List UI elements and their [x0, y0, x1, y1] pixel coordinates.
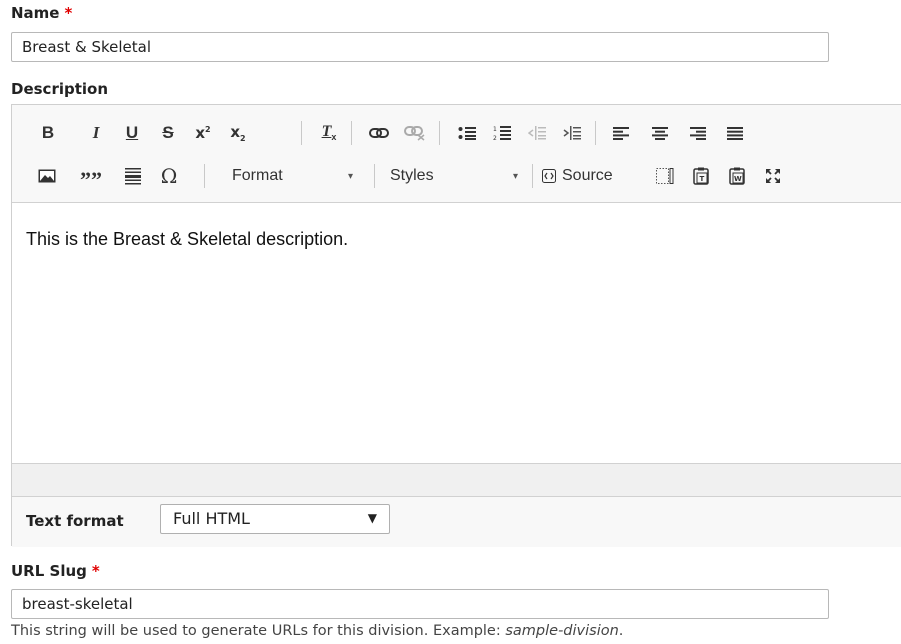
toolbar-separator — [595, 121, 596, 145]
text-format-selected: Full HTML — [173, 509, 250, 528]
underline-icon[interactable]: U — [120, 115, 144, 151]
editor-toolbar: B I U S x2 x2 Tx 1 2 ” ” Ω Format ▾ Styl… — [12, 105, 901, 203]
image-icon[interactable] — [34, 158, 60, 194]
url-slug-label-text: URL Slug — [11, 562, 87, 580]
align-right-icon[interactable] — [686, 115, 710, 151]
remove-format-icon[interactable]: Tx — [316, 115, 342, 151]
indent-icon[interactable] — [560, 115, 584, 151]
svg-text:1: 1 — [493, 126, 497, 133]
bulleted-list-icon[interactable] — [455, 115, 479, 151]
toolbar-row-1: B I U S x2 x2 Tx 1 2 — [12, 115, 901, 151]
unlink-icon[interactable] — [402, 115, 428, 151]
toolbar-row-2: ”” Ω Format ▾ Styles ▾ Source T W — [12, 158, 901, 194]
editor-status-bar — [12, 463, 901, 497]
toolbar-separator — [301, 121, 302, 145]
url-slug-help-text: This string will be used to generate URL… — [11, 623, 623, 639]
toolbar-separator — [374, 164, 375, 188]
align-left-icon[interactable] — [609, 115, 633, 151]
editor-content[interactable]: This is the Breast & Skeletal descriptio… — [12, 203, 901, 463]
bold-icon[interactable]: B — [36, 115, 60, 151]
name-label: Name * — [11, 4, 72, 22]
text-format-row: Text format Full HTML ▼ — [12, 497, 901, 547]
name-label-text: Name — [11, 4, 60, 22]
superscript-icon[interactable]: x2 — [190, 115, 216, 151]
svg-text:T: T — [700, 175, 705, 183]
help-suffix: . — [618, 623, 624, 639]
help-example: sample-division — [505, 623, 619, 639]
help-prefix: This string will be used to generate URL… — [11, 623, 506, 639]
styles-dropdown[interactable]: Styles ▾ — [382, 158, 527, 194]
chevron-down-icon: ▾ — [348, 170, 354, 182]
name-input[interactable] — [11, 32, 829, 62]
blockquote-icon[interactable]: ”” — [78, 158, 104, 194]
source-icon — [542, 169, 556, 183]
required-mark: * — [91, 562, 100, 580]
numbered-list-icon[interactable]: 12 — [490, 115, 514, 151]
svg-text:2: 2 — [493, 135, 497, 141]
toolbar-separator — [439, 121, 440, 145]
url-slug-input[interactable] — [11, 589, 829, 619]
description-editor: B I U S x2 x2 Tx 1 2 ” ” Ω Format ▾ Styl… — [11, 104, 901, 547]
chevron-down-icon: ▾ — [513, 170, 519, 182]
required-mark: * — [64, 4, 73, 22]
outdent-icon[interactable] — [525, 115, 549, 151]
link-icon[interactable] — [366, 115, 392, 151]
svg-text:W: W — [734, 175, 742, 183]
source-button[interactable]: Source — [542, 158, 642, 194]
toolbar-separator — [532, 164, 533, 188]
description-label: Description — [11, 80, 109, 98]
styles-dropdown-label: Styles — [390, 167, 434, 184]
format-dropdown[interactable]: Format ▾ — [220, 158, 370, 194]
align-center-icon[interactable] — [648, 115, 672, 151]
strikethrough-icon[interactable]: S — [156, 115, 180, 151]
paste-word-icon[interactable]: W — [724, 158, 750, 194]
source-label: Source — [562, 167, 613, 184]
toolbar-separator — [204, 164, 205, 188]
maximize-icon[interactable] — [760, 158, 786, 194]
text-format-label: Text format — [26, 512, 124, 530]
italic-icon[interactable]: I — [84, 115, 108, 151]
toolbar-separator — [351, 121, 352, 145]
dropdown-arrow-icon: ▼ — [367, 511, 377, 525]
justify-icon[interactable] — [723, 115, 747, 151]
horizontal-rule-icon[interactable] — [120, 158, 146, 194]
paste-text-icon[interactable]: T — [688, 158, 714, 194]
show-blocks-icon[interactable] — [652, 158, 678, 194]
format-dropdown-label: Format — [232, 167, 283, 184]
url-slug-label: URL Slug * — [11, 562, 100, 580]
text-format-select[interactable]: Full HTML ▼ — [160, 504, 390, 534]
editor-text: This is the Breast & Skeletal descriptio… — [26, 229, 349, 249]
subscript-icon[interactable]: x2 — [225, 115, 251, 151]
special-character-icon[interactable]: Ω — [156, 158, 182, 194]
